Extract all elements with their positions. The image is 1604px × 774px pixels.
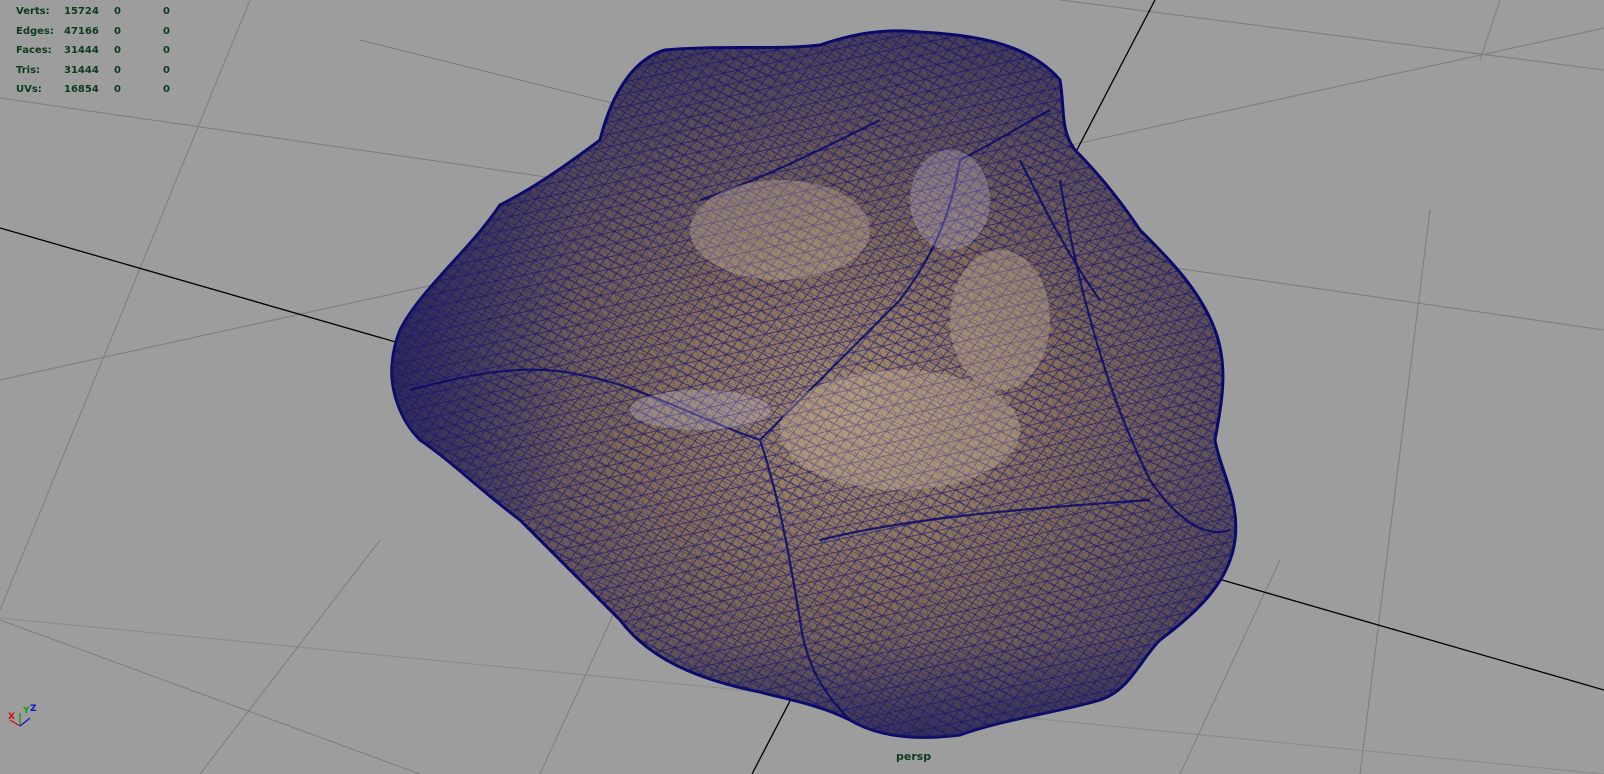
axis-y-label: Y <box>23 706 30 716</box>
hud-selected-count-2: 0 <box>163 64 170 76</box>
hud-count: 47166 <box>64 25 99 37</box>
axis-x-label: X <box>8 712 15 722</box>
hud-selected-count-2: 0 <box>163 25 170 37</box>
hud-label: Verts: <box>16 6 50 17</box>
hud-label: Edges: <box>16 25 54 37</box>
hud-count: 31444 <box>64 64 99 76</box>
hud-count: 31444 <box>64 45 99 57</box>
hud-selected-count-2: 0 <box>163 45 170 57</box>
hud-label: UVs: <box>16 84 42 96</box>
hud-label: Faces: <box>16 45 52 57</box>
hud-selected-count: 0 <box>114 25 121 37</box>
hud-selected-count-2: 0 <box>163 84 170 96</box>
perspective-viewport[interactable]: Verts: 15724 0 0 Edges: 47166 0 0 Faces:… <box>0 0 1604 774</box>
hud-selected-count: 0 <box>114 6 121 17</box>
scene-canvas[interactable] <box>0 0 1604 774</box>
hud-selected-count: 0 <box>114 64 121 76</box>
view-axis-gizmo-icon: X Y Z <box>6 704 46 732</box>
camera-name-label: persp <box>896 750 932 763</box>
axis-z-label: Z <box>30 704 37 714</box>
hud-selected-count: 0 <box>114 45 121 57</box>
hud-count: 16854 <box>64 84 99 96</box>
hud-label: Tris: <box>16 64 41 76</box>
hud-selected-count: 0 <box>114 84 121 96</box>
hud-count: 15724 <box>64 6 99 17</box>
hud-selected-count-2: 0 <box>163 6 170 17</box>
